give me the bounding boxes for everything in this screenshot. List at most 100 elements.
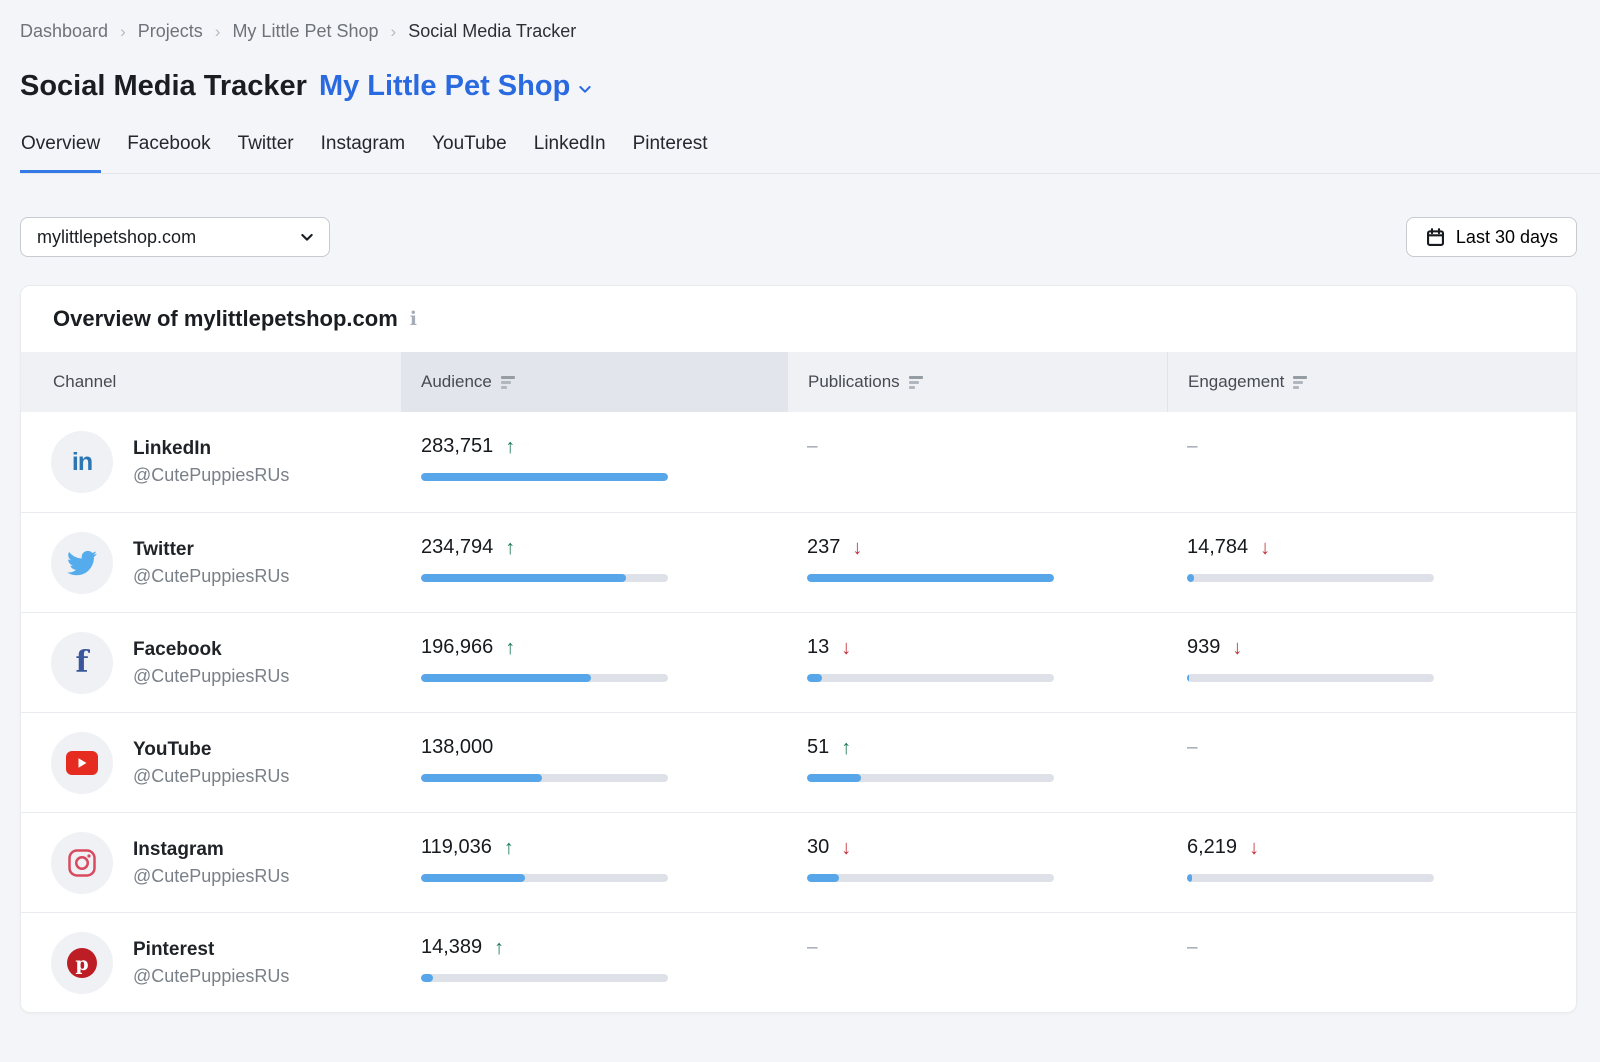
tab-overview[interactable]: Overview [20, 133, 101, 173]
progress-bar-track [421, 674, 668, 682]
progress-bar-fill [807, 874, 839, 882]
metric-value: 939 [1187, 636, 1220, 659]
cell-publications: 13 ↓ [787, 613, 1167, 712]
metric-value: 138,000 [421, 736, 493, 759]
metric-line: 51↑ [807, 734, 1167, 761]
breadcrumb-item[interactable]: My Little Pet Shop [232, 21, 378, 42]
cell-channel: Instagram @CutePuppiesRUs [21, 813, 401, 912]
column-header-label: Audience [421, 372, 492, 392]
info-icon[interactable]: i [410, 308, 417, 330]
tab-facebook[interactable]: Facebook [126, 133, 211, 173]
domain-select-value: mylittlepetshop.com [37, 227, 196, 248]
cell-publications: – [787, 913, 1167, 1012]
progress-bar-track [1187, 574, 1434, 582]
channel-name: Pinterest [133, 939, 289, 961]
trend-down-icon: ↓ [841, 638, 851, 658]
chevron-right-icon: › [391, 22, 397, 42]
breadcrumb-item[interactable]: Social Media Tracker [408, 21, 576, 42]
metric-line: 939 ↓ [1187, 634, 1576, 661]
pinterest-icon: p [51, 932, 113, 994]
progress-bar-track [807, 874, 1054, 882]
channel-handle: @CutePuppiesRUs [133, 866, 289, 887]
column-header-engagement[interactable]: Engagement [1167, 352, 1576, 412]
progress-bar-fill [421, 974, 433, 982]
tab-linkedin[interactable]: LinkedIn [533, 133, 607, 173]
metric-value: 30 [807, 836, 829, 859]
progress-bar-track [807, 574, 1054, 582]
channel-name: YouTube [133, 739, 289, 761]
metric-line: 30 ↓ [807, 834, 1167, 861]
progress-bar-track [1187, 874, 1434, 882]
cell-channel: f Facebook@CutePuppiesRUs [21, 613, 401, 712]
metric-value: 283,751 [421, 435, 493, 458]
tab-twitter[interactable]: Twitter [237, 133, 295, 173]
metric-line: – [1187, 934, 1576, 961]
tab-instagram[interactable]: Instagram [320, 133, 406, 173]
table-row-pinterest: pPinterest@CutePuppiesRUs14,389↑–– [21, 912, 1576, 1012]
progress-bar-track [1187, 674, 1434, 682]
tab-pinterest[interactable]: Pinterest [632, 133, 709, 173]
breadcrumb-item[interactable]: Projects [138, 21, 203, 42]
cell-publications: 51↑ [787, 713, 1167, 812]
page-title: Social Media Tracker My Little Pet Shop [20, 70, 1600, 103]
metric-line: – [1187, 433, 1576, 460]
channel-name: Instagram [133, 839, 289, 861]
column-header-publications[interactable]: Publications [787, 352, 1167, 412]
progress-bar-fill [1187, 874, 1192, 882]
metric-line: 14,389↑ [421, 934, 787, 961]
breadcrumb: Dashboard›Projects›My Little Pet Shop›So… [20, 0, 1600, 42]
metric-value: 6,219 [1187, 836, 1237, 859]
cell-audience: 234,794↑ [401, 513, 787, 612]
linkedin-icon: in [51, 431, 113, 493]
metric-line: 196,966↑ [421, 634, 787, 661]
channel-handle: @CutePuppiesRUs [133, 566, 289, 587]
metric-line: – [807, 934, 1167, 961]
table-row-linkedin: inLinkedIn@CutePuppiesRUs283,751↑–– [21, 412, 1576, 512]
channel-text: Facebook@CutePuppiesRUs [133, 639, 289, 687]
tab-youtube[interactable]: YouTube [431, 133, 508, 173]
empty-value-dash: – [807, 436, 818, 458]
trend-down-icon: ↓ [1232, 638, 1242, 658]
table-row-facebook: f Facebook@CutePuppiesRUs 196,966↑ 13 ↓ 939 ↓ [21, 612, 1576, 712]
progress-bar-fill [421, 674, 591, 682]
twitter-icon [51, 532, 113, 594]
cell-channel: Twitter@CutePuppiesRUs [21, 513, 401, 612]
date-range-label: Last 30 days [1456, 227, 1558, 248]
trend-down-icon: ↓ [852, 538, 862, 558]
progress-bar-track [421, 874, 668, 882]
card-title: Overview of mylittlepetshop.com [53, 306, 398, 332]
channel-text: Twitter@CutePuppiesRUs [133, 539, 289, 587]
metric-value: 13 [807, 636, 829, 659]
cell-publications: 237↓ [787, 513, 1167, 612]
project-picker[interactable]: My Little Pet Shop [319, 70, 593, 103]
domain-select[interactable]: mylittlepetshop.com [20, 217, 330, 257]
channel-text: Instagram @CutePuppiesRUs [133, 839, 289, 887]
tab-bar: Overview Facebook Twitter Instagram YouTube L… [20, 133, 1600, 174]
table-row-instagram: Instagram@CutePuppiesRUs119,036↑30↓6,219… [21, 812, 1576, 912]
calendar-icon [1425, 227, 1446, 248]
empty-value-dash: – [1187, 436, 1198, 458]
filter-row: mylittlepetshop.com Last 30 days [20, 217, 1577, 257]
trend-down-icon: ↓ [1260, 538, 1270, 558]
channel-text: LinkedIn@CutePuppiesRUs [133, 438, 289, 486]
date-range-button[interactable]: Last 30 days [1406, 217, 1577, 257]
breadcrumb-item[interactable]: Dashboard [20, 21, 108, 42]
progress-bar-track [807, 674, 1054, 682]
channel-handle: @CutePuppiesRUs [133, 465, 289, 486]
column-header-audience[interactable]: Audience [401, 352, 787, 412]
cell-audience: 138,000 [401, 713, 787, 812]
trend-down-icon: ↓ [841, 838, 851, 858]
chevron-down-icon [299, 229, 315, 245]
cell-publications: – [787, 412, 1167, 512]
empty-value-dash: – [807, 937, 818, 959]
metric-line: 13 ↓ [807, 634, 1167, 661]
progress-bar-fill [421, 473, 668, 481]
metric-line: 6,219↓ [1187, 834, 1576, 861]
facebook-icon: f [51, 632, 113, 694]
cell-engagement: – [1167, 913, 1576, 1012]
channel-handle: @CutePuppiesRUs [133, 666, 289, 687]
column-header-channel: Channel [21, 352, 401, 412]
channel-text: YouTube@CutePuppiesRUs [133, 739, 289, 787]
cell-publications: 30 ↓ [787, 813, 1167, 912]
progress-bar-fill [807, 574, 1054, 582]
